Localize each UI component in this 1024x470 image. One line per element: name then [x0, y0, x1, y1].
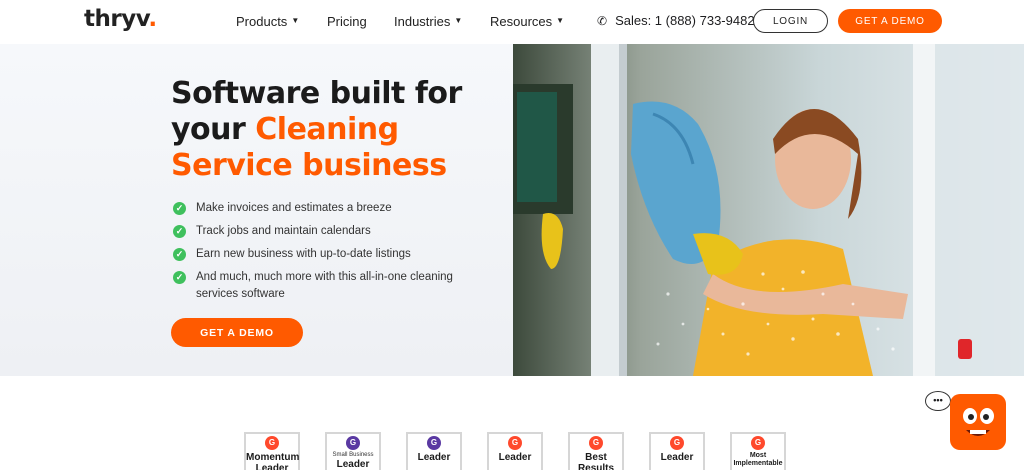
login-button[interactable]: LOGIN	[753, 9, 828, 33]
chevron-down-icon: ▼	[291, 16, 300, 25]
g2-badge-most-implementable: G Most Implementable	[730, 432, 786, 470]
award-badges: G Momentum Leader G Small Business Leade…	[244, 432, 786, 470]
g2-logo-icon: G	[346, 436, 360, 450]
g2-badge-leader: G Leader	[649, 432, 705, 470]
g2-badge-leader: G Leader	[406, 432, 462, 470]
sales-phone[interactable]: ✆ Sales: 1 (888) 733-9482	[597, 13, 755, 28]
g2-logo-icon: G	[670, 436, 684, 450]
get-demo-header-button[interactable]: GET A DEMO	[838, 9, 942, 33]
chat-bubble-icon[interactable]: •••	[925, 391, 951, 411]
list-item: ✓ Track jobs and maintain calendars	[173, 223, 493, 240]
check-circle-icon: ✓	[173, 271, 186, 284]
list-item: ✓ And much, much more with this all-in-o…	[173, 269, 493, 303]
get-demo-hero-button[interactable]: GET A DEMO	[171, 318, 303, 347]
g2-logo-icon: G	[427, 436, 441, 450]
list-item: ✓ Make invoices and estimates a breeze	[173, 200, 493, 217]
nav-pricing[interactable]: Pricing	[327, 14, 367, 29]
feature-checklist: ✓ Make invoices and estimates a breeze ✓…	[173, 200, 493, 309]
check-circle-icon: ✓	[173, 248, 186, 261]
g2-badge-leader: G Leader	[487, 432, 543, 470]
chevron-down-icon: ▼	[556, 16, 565, 25]
g2-logo-icon: G	[751, 436, 765, 450]
site-header: thryv. Products ▼ Pricing Industries ▼ R…	[0, 0, 1024, 44]
g2-badge-momentum-leader: G Momentum Leader	[244, 432, 300, 470]
chevron-down-icon: ▼	[454, 16, 463, 25]
g2-logo-icon: G	[508, 436, 522, 450]
check-circle-icon: ✓	[173, 202, 186, 215]
check-circle-icon: ✓	[173, 225, 186, 238]
g2-badge-best-results: G Best Results	[568, 432, 624, 470]
hero-section: Software built for your Cleaning Service…	[0, 44, 1024, 376]
thryv-logo[interactable]: thryv.	[84, 6, 157, 32]
list-item: ✓ Earn new business with up-to-date list…	[173, 246, 493, 263]
nav-resources[interactable]: Resources ▼	[490, 14, 564, 29]
hero-image-woman-cleaning-window	[513, 44, 1024, 376]
phone-icon: ✆	[597, 13, 608, 28]
g2-logo-icon: G	[265, 436, 279, 450]
chat-mascot-button[interactable]	[950, 394, 1006, 450]
g2-badge-small-business-leader: G Small Business Leader	[325, 432, 381, 470]
mascot-face-icon	[963, 408, 994, 436]
hero-headline: Software built for your Cleaning Service…	[171, 76, 462, 183]
g2-logo-icon: G	[589, 436, 603, 450]
hero-text-panel: Software built for your Cleaning Service…	[0, 44, 513, 376]
nav-industries[interactable]: Industries ▼	[394, 14, 462, 29]
hero-illustration	[513, 44, 1024, 376]
nav-products[interactable]: Products ▼	[236, 14, 299, 29]
